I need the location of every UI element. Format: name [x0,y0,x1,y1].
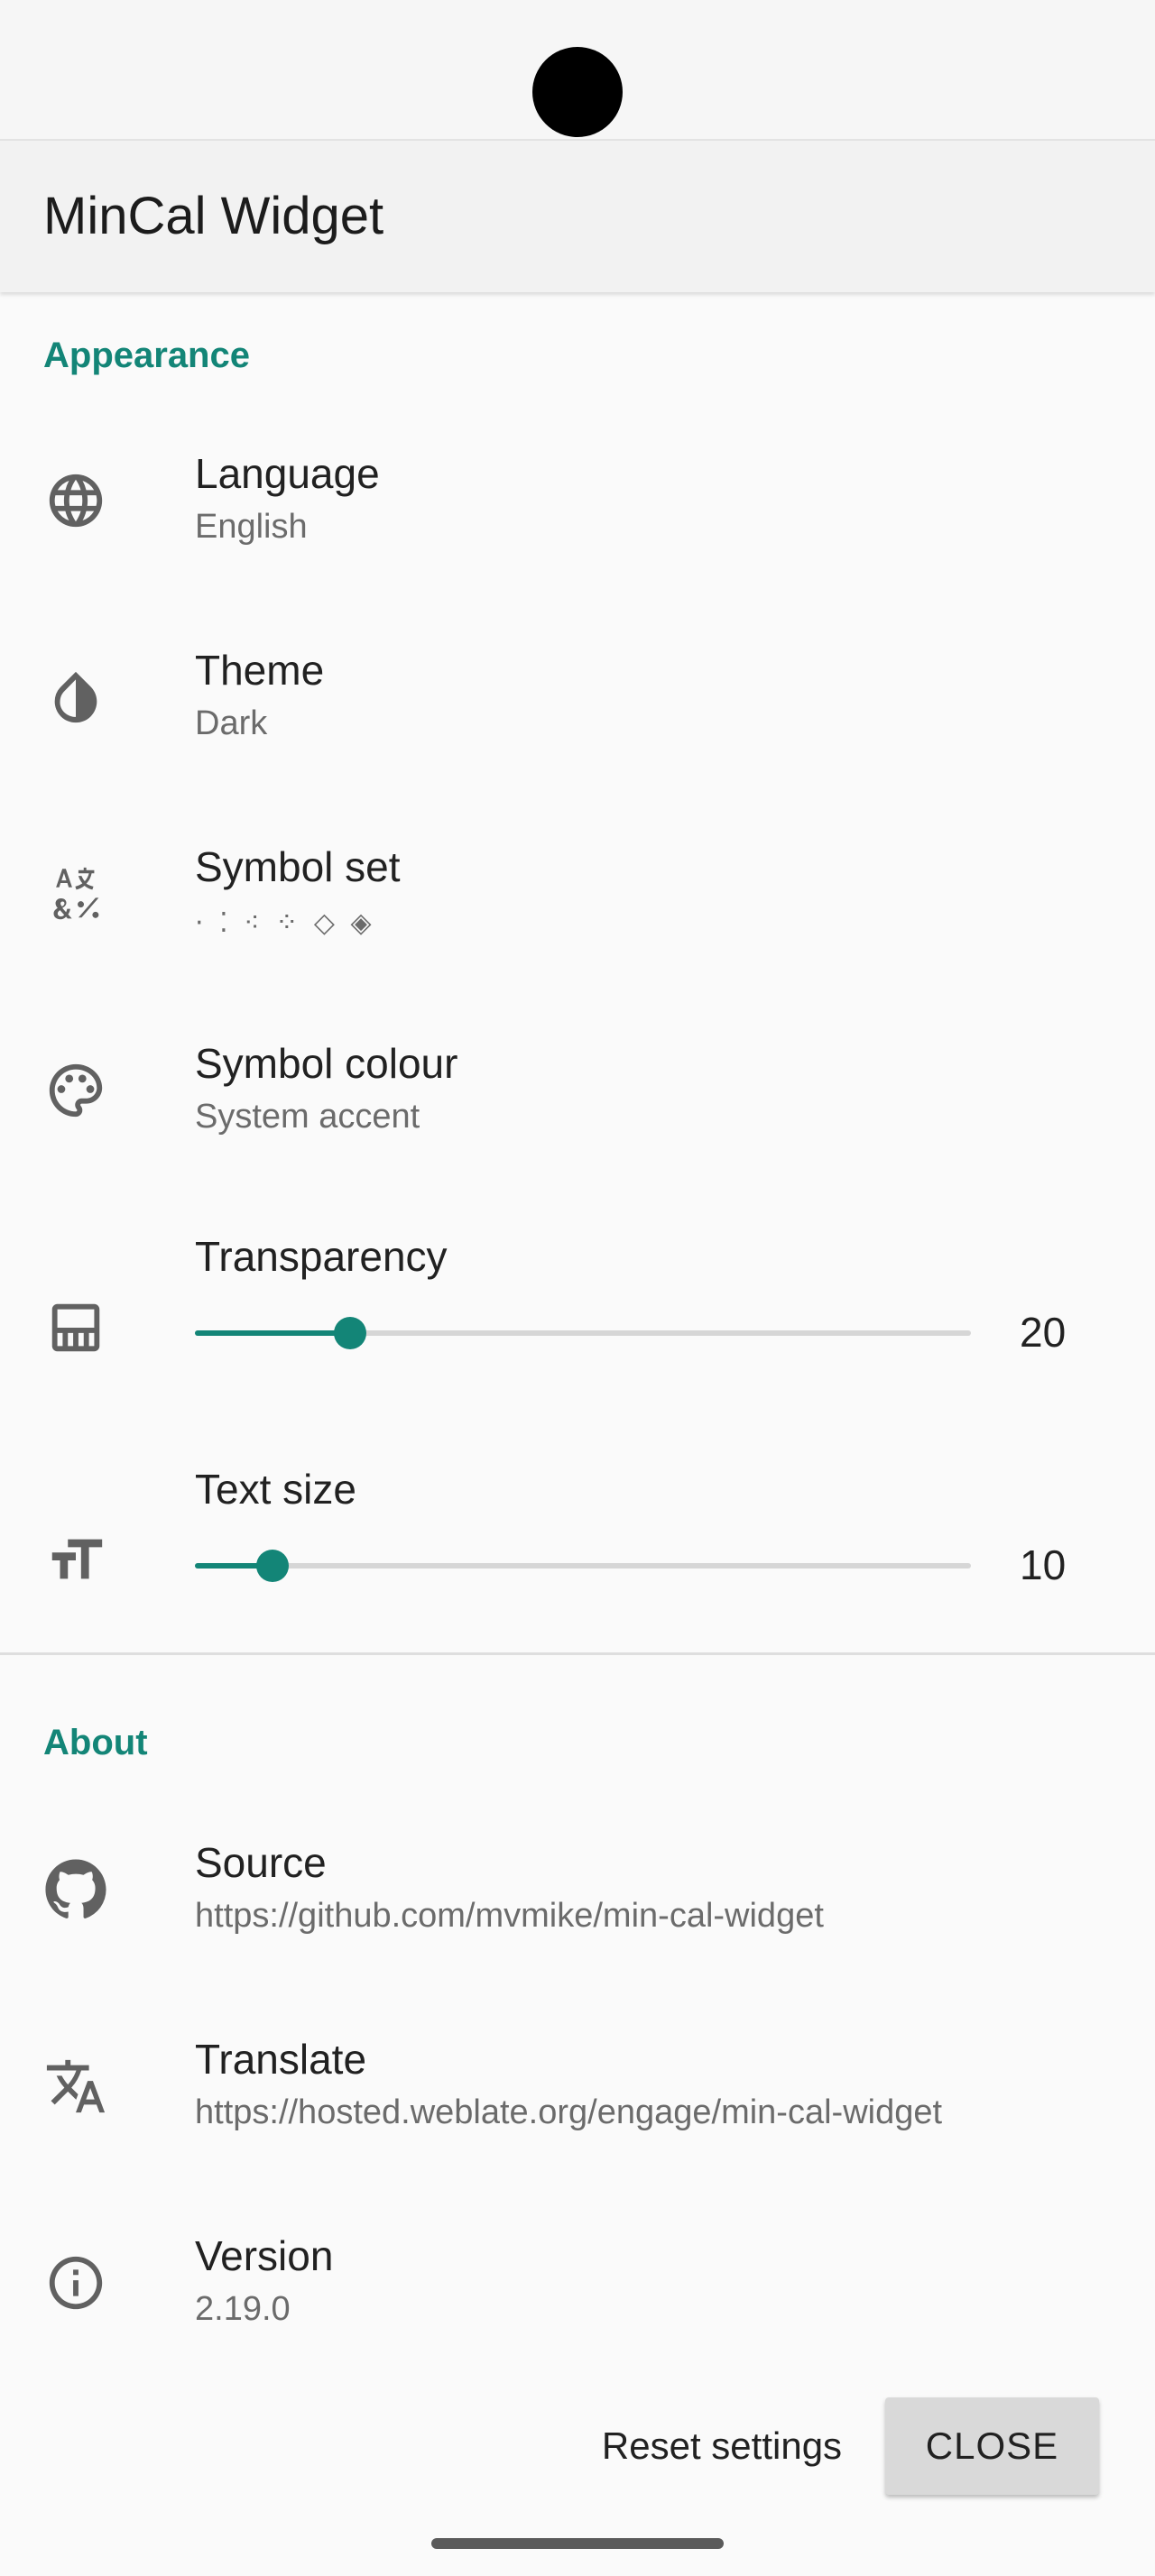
symbol-set-value: · ⁚ ⁖ ⁘ ◇ ◈ [195,907,375,939]
setting-translate[interactable]: Translate https://hosted.weblate.org/eng… [0,1988,1155,2185]
symbol-colour-title: Symbol colour [195,1040,458,1087]
close-button[interactable]: CLOSE [885,2397,1099,2495]
section-header-appearance: Appearance [43,336,250,375]
text-size-icon [43,1528,108,1593]
transparency-slider-fill [195,1330,350,1336]
transparency-title: Transparency [195,1233,448,1280]
camera-cutout [532,47,623,137]
setting-theme[interactable]: Theme Dark [0,599,1155,796]
text-size-value: 10 [1020,1541,1067,1588]
globe-icon [43,468,108,533]
source-title: Source [195,1839,327,1886]
gesture-nav-handle[interactable] [431,2538,724,2549]
text-size-slider-thumb[interactable] [256,1550,289,1582]
github-icon [43,1857,108,1922]
info-icon [43,2250,108,2315]
setting-symbol-colour[interactable]: Symbol colour System accent [0,992,1155,1189]
setting-symbol-set[interactable]: Symbol set · ⁚ ⁖ ⁘ ◇ ◈ [0,796,1155,992]
theme-title: Theme [195,647,325,694]
setting-language[interactable]: Language English [0,402,1155,599]
translate-title: Translate [195,2036,367,2083]
translate-icon [43,2054,108,2119]
symbol-set-title: Symbol set [195,843,401,890]
text-size-title: Text size [195,1466,356,1513]
setting-text-size: Text size 10 [0,1421,1155,1652]
source-url: https://github.com/mvmike/min-cal-widget [195,1897,824,1935]
theme-value: Dark [195,704,268,742]
transparency-value: 20 [1020,1309,1067,1356]
transparency-slider-thumb[interactable] [334,1317,366,1349]
transparency-slider[interactable] [195,1317,971,1349]
section-divider [0,1652,1155,1655]
section-header-about: About [43,1723,148,1762]
language-title: Language [195,450,380,497]
status-bar [0,0,1155,141]
transparency-icon [43,1295,108,1360]
language-value: English [195,508,308,546]
version-value: 2.19.0 [195,2290,291,2328]
palette-icon [43,1058,108,1123]
version-title: Version [195,2232,334,2279]
reset-settings-button[interactable]: Reset settings [578,2399,866,2493]
symbols-icon [43,861,108,926]
translate-url: https://hosted.weblate.org/engage/min-ca… [195,2093,943,2131]
app-title: MinCal Widget [43,187,384,245]
setting-source[interactable]: Source https://github.com/mvmike/min-cal… [0,1791,1155,1988]
setting-version[interactable]: Version 2.19.0 [0,2185,1155,2381]
setting-transparency: Transparency 20 [0,1189,1155,1420]
app-bar: MinCal Widget [0,141,1155,292]
text-size-slider[interactable] [195,1550,971,1582]
contrast-drop-icon [43,665,108,730]
symbol-colour-value: System accent [195,1098,420,1136]
